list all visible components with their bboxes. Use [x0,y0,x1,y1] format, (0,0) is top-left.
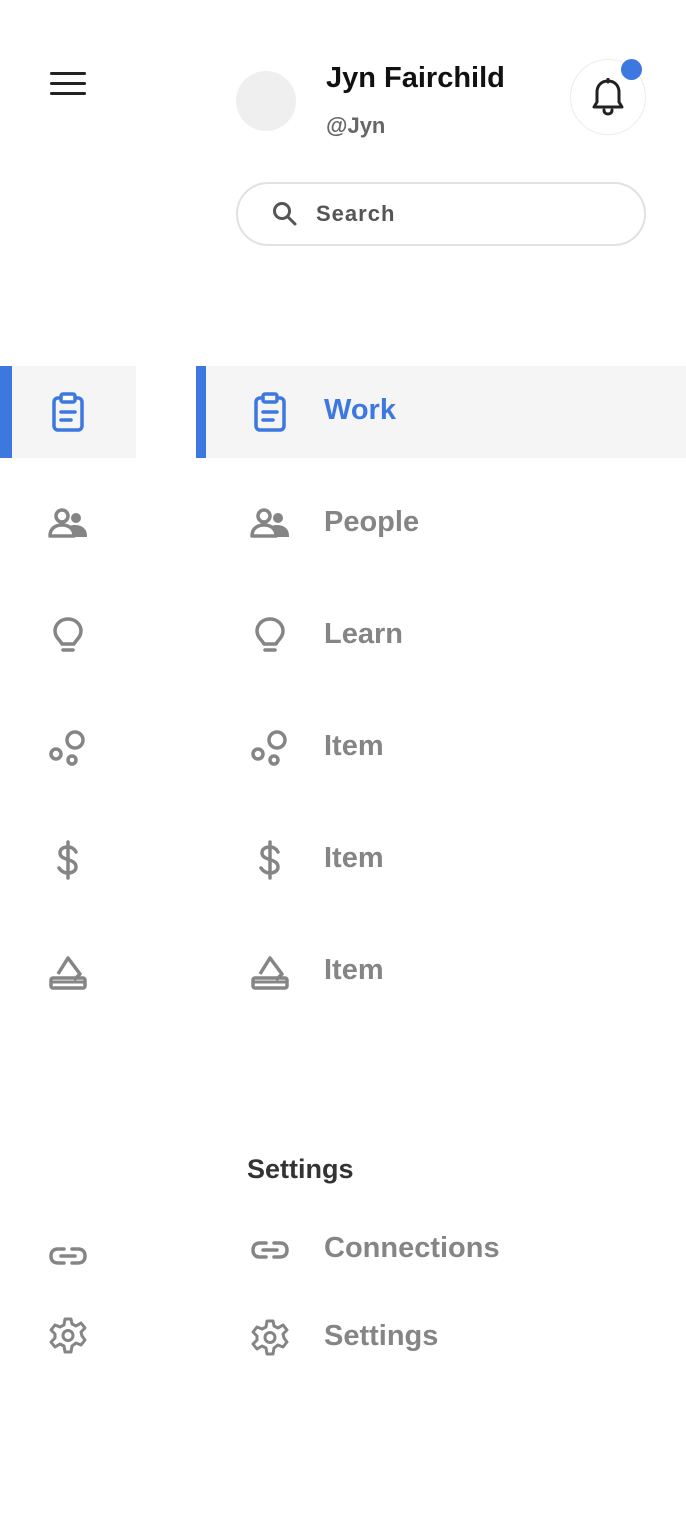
nav-item-learn[interactable]: Learn [196,590,686,682]
nav-item-people[interactable]: People [196,478,686,570]
lightbulb-icon [250,616,290,656]
rail-item-learn[interactable] [0,590,136,682]
nav-item-work[interactable]: Work [196,366,686,458]
user-name: Jyn Fairchild [326,62,505,94]
gear-icon [48,1316,88,1356]
nav-item-label: Work [324,394,396,426]
user-handle: @Jyn [326,113,386,138]
rail-item-item-3[interactable] [0,926,136,1018]
rail-item-settings[interactable] [0,1290,136,1382]
link-icon [48,1236,88,1276]
nav-item-label: Settings [324,1320,439,1352]
people-icon [250,504,290,544]
nav-item-label: People [324,506,420,538]
nav-item-connections[interactable]: Connections [196,1204,686,1296]
dollar-icon [48,840,88,880]
search-bar[interactable] [236,182,646,246]
rail-item-item-1[interactable] [0,702,136,794]
navigation-drawer: Jyn Fairchild @Jyn Search Work People Le… [0,0,686,1520]
search-input[interactable] [316,201,616,227]
nav-item-item-1[interactable]: Item [196,702,686,794]
clipboard-icon [250,392,290,432]
nav-item-item-3[interactable]: Item [196,926,686,1018]
clipboard-icon [48,392,88,432]
settings-section-title: Settings [247,1154,354,1184]
bubbles-icon [250,728,290,768]
rail-item-work[interactable] [0,366,136,458]
rail-item-connections[interactable] [0,1210,136,1302]
lightbulb-icon [48,616,88,656]
nav-item-settings[interactable]: Settings [196,1292,686,1384]
nav-item-label: Connections [324,1232,500,1264]
nav-item-label: Item [324,954,384,986]
rail-item-people[interactable] [0,478,136,570]
nav-item-item-2[interactable]: Item [196,814,686,906]
menu-icon[interactable] [48,70,88,100]
notification-badge [621,59,642,80]
rail-item-item-2[interactable] [0,814,136,906]
eraser-icon [48,952,88,992]
eraser-icon [250,952,290,992]
gear-icon [250,1318,290,1358]
search-icon [273,202,297,226]
avatar[interactable] [236,71,296,131]
nav-item-label: Item [324,842,384,874]
nav-item-label: Item [324,730,384,762]
nav-item-label: Learn [324,618,403,650]
dollar-icon [250,840,290,880]
link-icon [250,1230,290,1270]
people-icon [48,504,88,544]
bubbles-icon [48,728,88,768]
bell-icon [592,78,624,116]
